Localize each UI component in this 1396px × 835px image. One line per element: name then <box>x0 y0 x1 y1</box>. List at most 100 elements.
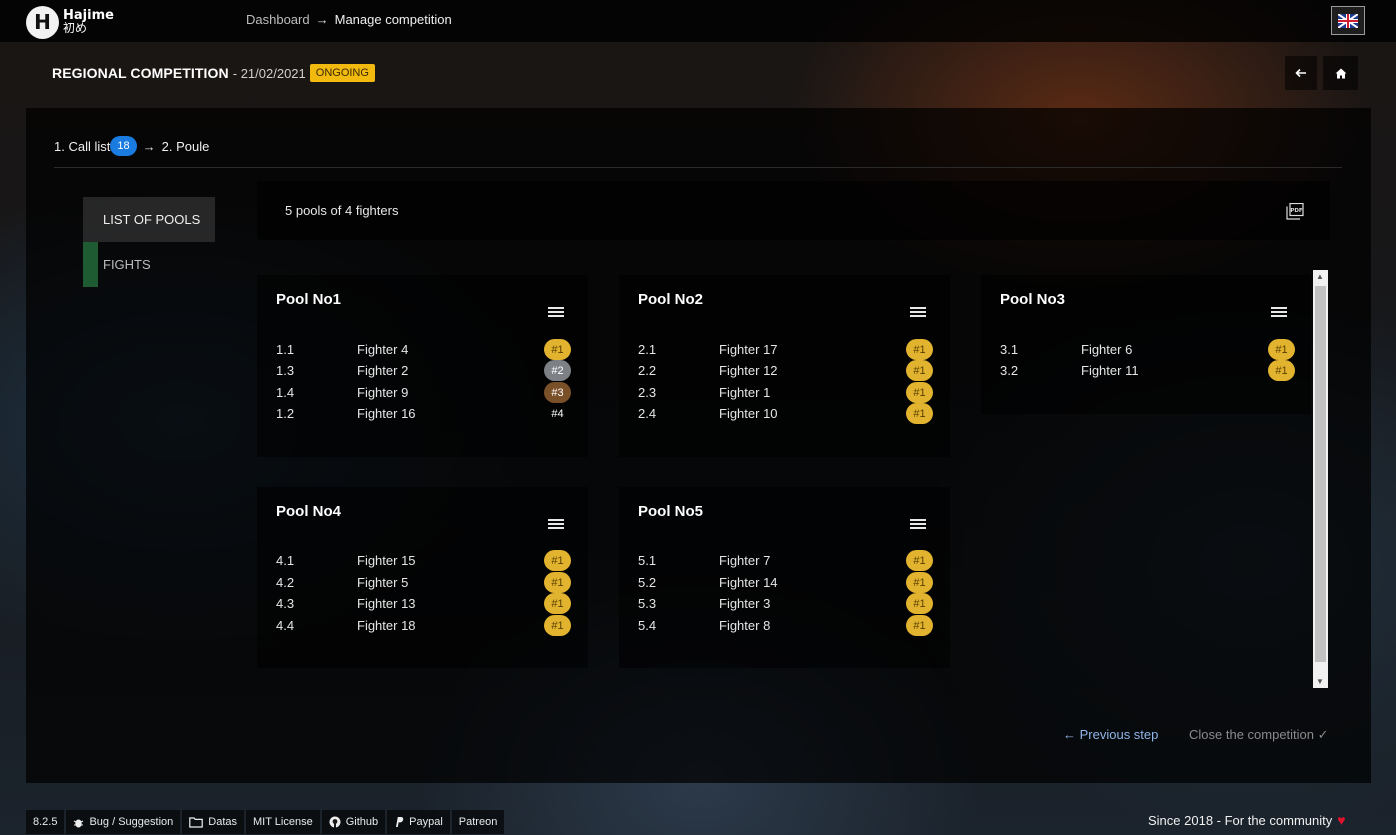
fighter-row: 4.2 Fighter 5 #1 <box>276 572 572 593</box>
fighter-row: 1.4 Fighter 9 #3 <box>276 382 572 403</box>
fighter-name: Fighter 14 <box>719 575 778 590</box>
competition-title: REGIONAL COMPETITION <box>52 65 229 81</box>
close-competition-link[interactable]: Close the competition ✓ <box>1189 727 1329 743</box>
app-logo[interactable]: H Hajime 初め <box>26 5 116 39</box>
rank-badge: #1 <box>544 339 571 360</box>
back-arrow-icon <box>1295 68 1306 78</box>
rank-badge: #1 <box>1268 360 1295 381</box>
status-badge: ONGOING <box>309 64 375 82</box>
rank-badge: #1 <box>906 360 933 381</box>
rank-badge: #1 <box>544 593 571 614</box>
fighter-number: 5.3 <box>638 596 657 611</box>
top-navbar: H Hajime 初め Dashboard → Manage competiti… <box>0 0 1396 42</box>
fighter-row: 2.4 Fighter 10 #1 <box>638 403 934 424</box>
pool-title: Pool No1 <box>276 291 342 308</box>
fighter-number: 4.2 <box>276 575 295 590</box>
breadcrumb-current: Manage competition <box>334 12 452 27</box>
logo-text: Hajime 初め <box>63 9 114 35</box>
rank-badge: #1 <box>906 593 933 614</box>
fighter-row: 1.3 Fighter 2 #2 <box>276 360 572 381</box>
rank-badge: #1 <box>544 550 571 571</box>
tab-fights[interactable]: FIGHTS <box>83 242 215 287</box>
fighter-row: 3.2 Fighter 11 #1 <box>1000 360 1296 381</box>
step-poule: 2. Poule <box>161 138 210 154</box>
fighter-number: 5.1 <box>638 553 657 568</box>
fighter-name: Fighter 16 <box>357 406 416 421</box>
pool-title: Pool No2 <box>638 291 704 308</box>
fighter-name: Fighter 6 <box>1081 342 1133 357</box>
fighter-row: 5.2 Fighter 14 #1 <box>638 572 934 593</box>
fighter-name: Fighter 17 <box>719 342 778 357</box>
step-call-list[interactable]: 1. Call list <box>54 139 110 154</box>
fighter-number: 2.2 <box>638 363 657 378</box>
steps-breadcrumb: 1. Call list 18 → 2. Poule <box>54 136 209 156</box>
scrollbar-thumb[interactable] <box>1315 286 1326 662</box>
breadcrumb-dashboard-link[interactable]: Dashboard <box>246 12 310 27</box>
rank-badge: #1 <box>906 403 933 424</box>
fighter-name: Fighter 11 <box>1081 363 1139 378</box>
pdf-icon[interactable]: PDF <box>1286 203 1304 220</box>
fighter-name: Fighter 8 <box>719 618 771 633</box>
list-icon[interactable] <box>910 519 926 531</box>
fighter-row: 5.4 Fighter 8 #1 <box>638 615 934 636</box>
list-icon[interactable] <box>1271 307 1287 319</box>
fighter-name: Fighter 1 <box>719 385 771 400</box>
pool-title: Pool No4 <box>276 503 342 520</box>
patreon-link[interactable]: Patreon <box>451 810 505 834</box>
rank-badge: #1 <box>906 550 933 571</box>
rank-badge: #1 <box>1268 339 1295 360</box>
previous-step-link[interactable]: ← Previous step <box>1063 727 1158 742</box>
list-icon[interactable] <box>910 307 926 319</box>
scroll-up-icon[interactable]: ▲ <box>1316 272 1324 281</box>
bug-suggestion-label: Bug / Suggestion <box>89 816 174 828</box>
paypal-link[interactable]: Paypal <box>387 810 450 834</box>
pool-card: Pool No2 2.1 Fighter 17 #1 2.2 Fighter 1… <box>619 275 950 457</box>
heart-icon: ♥ <box>1337 812 1346 828</box>
fighter-row: 1.1 Fighter 4 #1 <box>276 339 572 360</box>
list-icon[interactable] <box>548 519 564 531</box>
fighter-number: 4.4 <box>276 618 295 633</box>
patreon-label: Patreon <box>458 816 498 828</box>
fighter-number: 2.4 <box>638 406 657 421</box>
tab-list-of-pools-label: LIST OF POOLS <box>103 212 201 227</box>
tab-list-of-pools[interactable]: LIST OF POOLS <box>83 197 215 242</box>
back-button[interactable] <box>1285 56 1317 90</box>
pools-summary-bar: 5 pools of 4 fighters PDF <box>257 181 1330 240</box>
home-button[interactable] <box>1323 56 1358 90</box>
github-link[interactable]: Github <box>321 810 386 834</box>
fighter-name: Fighter 12 <box>719 363 778 378</box>
bug-icon <box>74 819 84 827</box>
pools-scrollbar[interactable]: ▲ ▼ <box>1313 270 1328 688</box>
list-icon[interactable] <box>548 307 564 319</box>
footer-tagline: Since 2018 - For the community ♥ <box>1148 812 1346 828</box>
paypal-label: Paypal <box>409 816 443 828</box>
breadcrumb-arrow: → <box>315 12 329 27</box>
mit-license-link[interactable]: MIT License <box>246 810 320 834</box>
fighter-name: Fighter 3 <box>719 596 771 611</box>
home-icon <box>1335 68 1346 78</box>
fighter-name: Fighter 9 <box>357 385 409 400</box>
github-icon <box>329 816 341 828</box>
language-button[interactable] <box>1331 6 1365 35</box>
bug-suggestion-link[interactable]: Bug / Suggestion <box>66 810 181 834</box>
fighter-row: 5.3 Fighter 3 #1 <box>638 593 934 614</box>
fighter-name: Fighter 4 <box>357 342 409 357</box>
pools-summary: 5 pools of 4 fighters <box>285 203 399 218</box>
version-label: 8.2.5 <box>26 810 65 834</box>
fighter-row: 5.1 Fighter 7 #1 <box>638 550 934 571</box>
scroll-down-icon[interactable]: ▼ <box>1316 677 1324 686</box>
logo-mark-icon: H <box>26 5 59 39</box>
fighter-row: 3.1 Fighter 6 #1 <box>1000 339 1296 360</box>
footer-links: 8.2.5 Bug / Suggestion Datas MIT License… <box>26 810 505 834</box>
fighter-name: Fighter 10 <box>719 406 778 421</box>
rank-badge: #1 <box>544 572 571 593</box>
fighter-row: 2.1 Fighter 17 #1 <box>638 339 934 360</box>
rank-badge: #1 <box>906 615 933 636</box>
fighter-row: 1.2 Fighter 16 #4 <box>276 403 572 424</box>
fighter-name: Fighter 18 <box>357 618 416 633</box>
side-nav: LIST OF POOLS FIGHTS <box>83 197 215 287</box>
fighter-name: Fighter 2 <box>357 363 409 378</box>
datas-link[interactable]: Datas <box>182 810 245 834</box>
pool-title: Pool No3 <box>1000 291 1066 308</box>
rank-badge: #1 <box>544 615 571 636</box>
